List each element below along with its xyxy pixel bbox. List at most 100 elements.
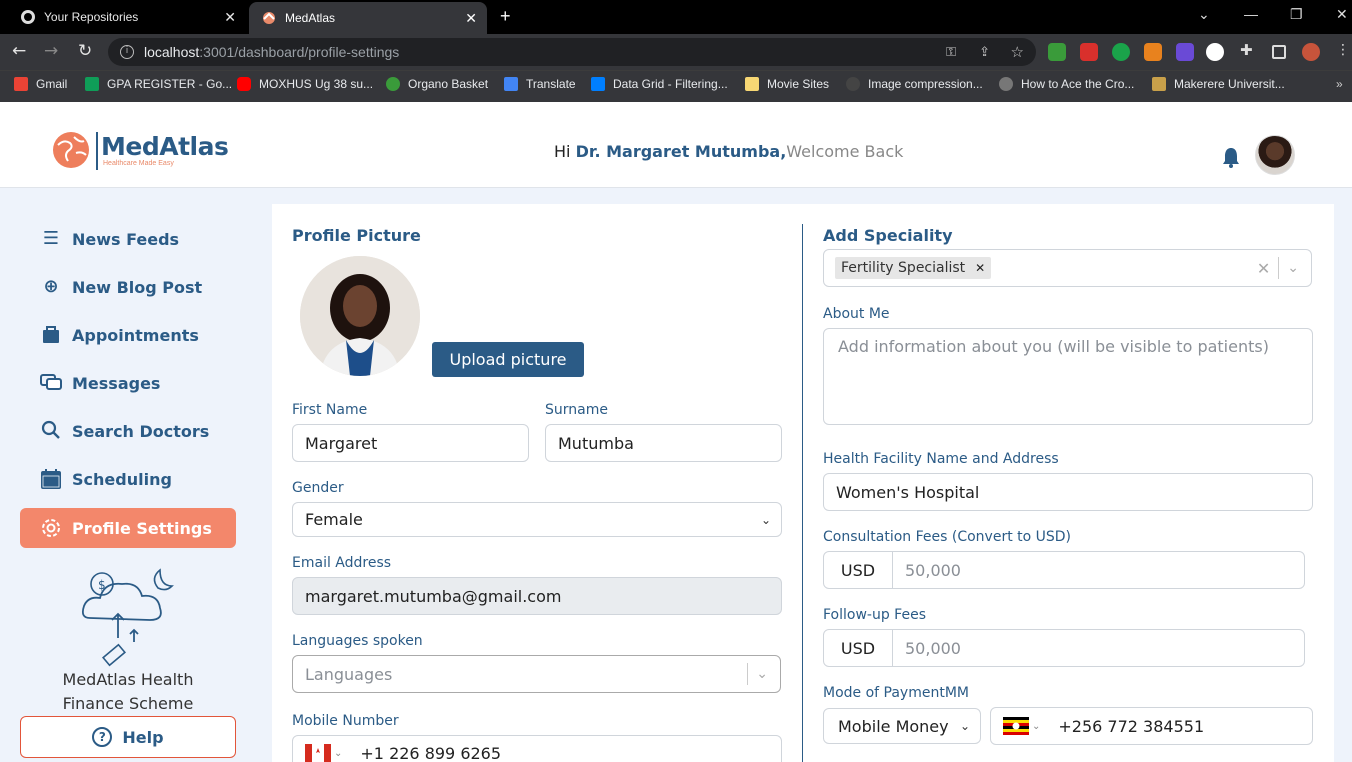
speciality-multiselect[interactable]: Fertility Specialist ✕ ✕ ⌄ [823,249,1312,287]
tab-title: MedAtlas [285,11,336,25]
puzzle-icon[interactable]: ✚ [1240,41,1258,59]
github-icon [846,77,860,91]
back-icon[interactable]: ← [12,41,26,61]
more-menu-icon[interactable]: ⋮ [1336,42,1352,60]
app-header: MedAtlas Healthcare Made Easy Hi Dr. Mar… [0,102,1352,188]
languages-select[interactable]: Languages ⌄ [292,655,781,693]
logo-divider [96,132,98,170]
column-divider [802,224,803,762]
share-icon[interactable]: ⇪ [979,45,990,60]
more-bookmarks-icon[interactable]: » [1336,77,1343,91]
bookmark-star-icon[interactable]: ☆ [1011,43,1024,61]
about-me-textarea[interactable]: Add information about you (will be visib… [823,328,1313,425]
chevron-down-icon: ⌄ [959,719,970,733]
sidebar-item-label: News Feeds [72,229,180,249]
upload-picture-button[interactable]: Upload picture [432,342,584,377]
bookmarks-bar: Gmail GPA REGISTER - Go... MOXHUS Ug 38 … [0,70,1352,102]
tab-medatlas[interactable]: MedAtlas ✕ [249,2,487,34]
uganda-flag-icon[interactable]: ⌄ [1003,717,1040,735]
bookmark-item[interactable]: GPA REGISTER - Go... [85,77,232,91]
forward-icon[interactable]: → [44,41,58,61]
svg-text:$: $ [98,578,106,592]
email-field[interactable]: margaret.mutumba@gmail.com [292,577,782,615]
address-bar[interactable]: i localhost:3001/dashboard/profile-setti… [108,38,1036,66]
sidebar-item-label: Profile Settings [72,518,212,538]
facility-input[interactable]: Women's Hospital [823,473,1313,511]
consultation-currency: USD [823,551,893,589]
bookmark-item[interactable]: Data Grid - Filtering... [591,77,728,91]
first-name-input[interactable]: Margaret [292,424,529,462]
restore-icon[interactable]: ❐ [1290,6,1303,23]
gender-label: Gender [292,480,344,496]
payment-phone-input[interactable]: ⌄ +256 772 384551 [990,707,1313,745]
sheets-icon [85,77,99,91]
sidepanel-icon[interactable] [1272,45,1286,59]
site-info-icon[interactable]: i [120,45,134,59]
gender-select[interactable]: Female ⌄ [292,502,782,537]
chevron-down-icon[interactable]: ⌄ [1287,260,1299,276]
help-label: Help [122,727,164,747]
close-icon[interactable]: ✕ [465,10,477,27]
bookmark-item[interactable]: Makerere Universit... [1152,77,1285,91]
finance-cloud-illustration: $ [81,568,174,667]
sidebar-item-messages[interactable]: Messages [20,363,236,403]
chat-icon [40,372,62,394]
extension-icon[interactable] [1176,43,1194,61]
medatlas-favicon-icon [261,10,277,26]
profile-picture-title: Profile Picture [292,226,421,245]
extension-icon[interactable] [1048,43,1066,61]
mui-icon [591,77,605,91]
consultation-fees-input[interactable]: 50,000 [892,551,1305,589]
extension-icon[interactable] [1080,43,1098,61]
sidebar-item-appointments[interactable]: Appointments [20,315,236,355]
key-icon[interactable]: ⚿ [946,45,956,60]
calendar-icon [40,468,62,490]
bookmark-item[interactable]: Image compression... [846,77,983,91]
bell-icon[interactable] [1221,146,1241,168]
browser-toolbar: ← → ↻ i localhost:3001/dashboard/profile… [0,34,1352,70]
bookmark-item[interactable]: Translate [504,77,576,91]
extension-icon[interactable] [1206,43,1224,61]
followup-fees-input[interactable]: 50,000 [892,629,1305,667]
help-button[interactable]: ? Help [20,716,236,758]
reload-icon[interactable]: ↻ [78,41,92,61]
extension-icon[interactable] [1112,43,1130,61]
followup-currency: USD [823,629,893,667]
help-icon: ? [92,727,113,747]
welcome-greeting: Hi Dr. Margaret Mutumba,Welcome Back [554,142,904,161]
surname-input[interactable]: Mutumba [545,424,782,462]
about-me-label: About Me [823,306,890,322]
sidebar-item-scheduling[interactable]: Scheduling [20,459,236,499]
minimize-icon[interactable]: — [1244,6,1258,22]
clear-icon[interactable]: ✕ [1257,259,1270,278]
payment-mode-select[interactable]: Mobile Money ⌄ [823,708,981,744]
bookmark-item[interactable]: MOXHUS Ug 38 su... [237,77,373,91]
new-tab-icon[interactable]: + [500,6,511,27]
profile-avatar-icon[interactable] [1302,43,1320,61]
window-close-icon[interactable]: ✕ [1336,6,1348,23]
bookmark-item[interactable]: Organo Basket [386,77,488,91]
bookmark-item[interactable]: Movie Sites [745,77,829,91]
organo-icon [386,77,400,91]
canada-flag-icon[interactable]: ⌄ [305,744,342,762]
sidebar-item-profile-settings[interactable]: Profile Settings [20,508,236,548]
sidebar-item-news-feeds[interactable]: ☰ News Feeds [20,219,236,259]
close-icon[interactable]: ✕ [224,9,236,26]
search-icon [40,420,62,442]
chevron-down-icon: ⌄ [760,512,771,527]
metamask-icon[interactable] [1144,43,1162,61]
add-speciality-title: Add Speciality [823,226,953,245]
surname-label: Surname [545,402,608,418]
tab-search-icon[interactable]: ⌄ [1198,6,1210,23]
sidebar-item-search-doctors[interactable]: Search Doctors [20,411,236,451]
sidebar-item-new-blog-post[interactable]: ⊕ New Blog Post [20,267,236,307]
remove-tag-icon[interactable]: ✕ [975,261,985,275]
folder-icon [745,77,759,91]
tab-your-repositories[interactable]: Your Repositories ✕ [8,0,246,34]
bookmark-item[interactable]: Gmail [14,77,67,91]
makerere-icon [1152,77,1166,91]
payment-mode-label: Mode of PaymentMM [823,685,969,701]
bookmark-item[interactable]: How to Ace the Cro... [999,77,1134,91]
mobile-number-input[interactable]: ⌄ +1 226 899 6265 [292,735,782,762]
user-avatar[interactable] [1255,135,1295,175]
